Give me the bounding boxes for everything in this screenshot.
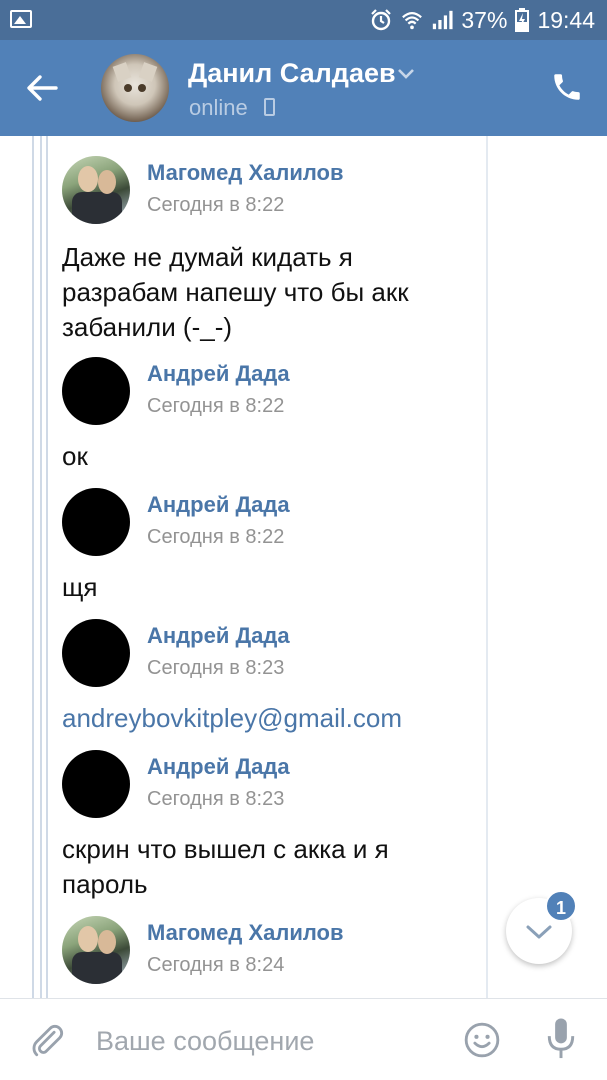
message-text: Даже не думай кидать я разрабам напешу ч… bbox=[62, 242, 409, 342]
message-time: Сегодня в 8:22 bbox=[147, 194, 285, 216]
phone-icon bbox=[554, 74, 580, 100]
unread-badge: 1 bbox=[545, 890, 577, 922]
mobile-icon bbox=[264, 98, 275, 116]
contact-avatar[interactable] bbox=[101, 54, 169, 122]
message-author[interactable]: Андрей Дада bbox=[147, 623, 290, 649]
contact-name[interactable]: Данил Салдаев bbox=[188, 58, 396, 89]
message-author[interactable]: Андрей Дада bbox=[147, 361, 290, 387]
back-arrow-icon bbox=[27, 75, 58, 101]
message-input[interactable] bbox=[96, 1021, 436, 1061]
clock: 19:44 bbox=[537, 6, 595, 33]
message-author[interactable]: Андрей Дада bbox=[147, 492, 290, 518]
message-author[interactable]: Магомед Халилов bbox=[147, 920, 344, 946]
alarm-icon bbox=[369, 8, 393, 32]
battery-percent: 37% bbox=[461, 6, 508, 33]
message-text: ок bbox=[62, 441, 88, 471]
signal-icon bbox=[431, 9, 453, 31]
message-time: Сегодня в 8:22 bbox=[147, 526, 285, 548]
emoji-icon bbox=[464, 1022, 500, 1058]
status-right: 37% 19:44 bbox=[369, 6, 595, 34]
message-text: скрин что вышел с акка и я пароль bbox=[62, 834, 389, 899]
message-author[interactable]: Магомед Халилов bbox=[147, 160, 344, 186]
author-avatar[interactable] bbox=[62, 357, 130, 425]
author-avatar[interactable] bbox=[62, 156, 130, 224]
voice-message-button[interactable] bbox=[546, 1017, 576, 1061]
call-button[interactable] bbox=[550, 70, 584, 104]
chat-area[interactable]: Магомед Халилов Сегодня в 8:22 Даже не д… bbox=[0, 136, 607, 998]
message-time: Сегодня в 8:23 bbox=[147, 657, 285, 679]
contact-status: online bbox=[189, 95, 248, 120]
attach-icon bbox=[32, 1024, 64, 1057]
message-input-bar bbox=[0, 998, 607, 1080]
author-avatar[interactable] bbox=[62, 619, 130, 687]
message-text: щя bbox=[62, 572, 98, 602]
message-time: Сегодня в 8:23 bbox=[147, 788, 285, 810]
chevron-down-icon[interactable] bbox=[397, 68, 415, 80]
author-avatar[interactable] bbox=[62, 916, 130, 984]
emoji-button[interactable] bbox=[463, 1021, 501, 1059]
back-button[interactable] bbox=[22, 70, 62, 106]
message-time: Сегодня в 8:24 bbox=[147, 954, 285, 976]
mic-icon bbox=[547, 1018, 575, 1059]
email-link[interactable]: andreybovkitpley@gmail.com bbox=[62, 701, 502, 736]
author-avatar[interactable] bbox=[62, 488, 130, 556]
wifi-icon bbox=[401, 9, 423, 31]
author-avatar[interactable] bbox=[62, 750, 130, 818]
message-author[interactable]: Андрей Дада bbox=[147, 754, 290, 780]
message-time: Сегодня в 8:22 bbox=[147, 395, 285, 417]
chat-header: Данил Салдаев online bbox=[0, 40, 607, 136]
battery-icon bbox=[515, 8, 530, 32]
attach-button[interactable] bbox=[28, 1021, 66, 1061]
gallery-icon bbox=[10, 10, 32, 28]
status-bar: 37% 19:44 bbox=[0, 0, 607, 40]
